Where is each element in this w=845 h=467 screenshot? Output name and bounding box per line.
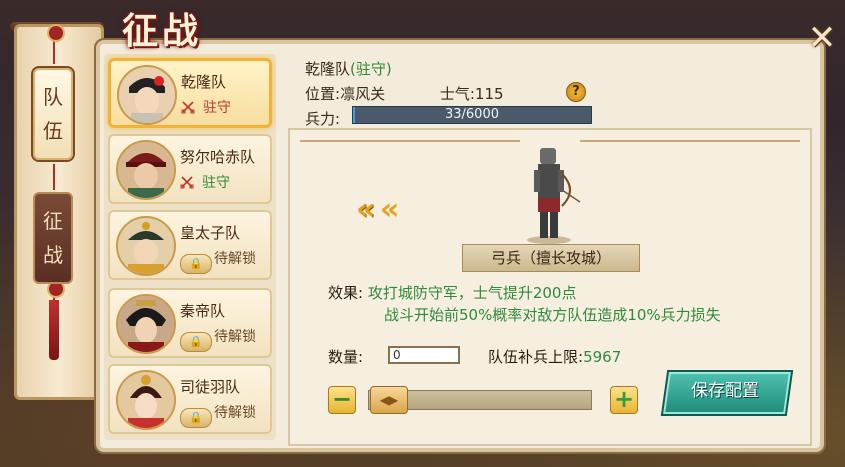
team-status-label: 驻守	[203, 100, 231, 116]
avatar	[116, 370, 176, 430]
lock-icon: 🔒	[180, 254, 212, 274]
close-icon[interactable]: ✕	[804, 20, 840, 56]
team-name: 皇太子队	[180, 224, 241, 242]
divider	[300, 140, 520, 142]
divider	[580, 140, 800, 142]
troops-bar: 33/6000	[352, 106, 592, 124]
location-label: 位置:	[305, 85, 341, 103]
limit-row: 队伍补兵上限:5967	[488, 346, 621, 367]
team-status: 🔒 待解锁	[180, 402, 256, 428]
team-item[interactable]: 皇太子队 🔒 待解锁	[108, 210, 272, 280]
team-title: 乾隆队	[305, 60, 351, 78]
plus-button[interactable]: +	[610, 386, 638, 414]
lock-icon: 🔒	[180, 332, 212, 352]
minus-button[interactable]: −	[328, 386, 356, 414]
team-title-row: 乾隆队(驻守)	[305, 58, 504, 79]
unit-type-label: 弓兵（擅长攻城）	[462, 244, 640, 272]
team-status-label: 待解锁	[214, 251, 256, 267]
limit-value: 5967	[583, 348, 622, 366]
crossed-swords-icon	[181, 101, 195, 114]
page-title: 征战	[122, 10, 203, 52]
team-item[interactable]: 努尔哈赤队 驻守	[108, 134, 272, 204]
team-name: 秦帝队	[180, 302, 226, 320]
save-button[interactable]: 保存配置	[664, 370, 786, 412]
limit-label: 队伍补兵上限:	[488, 348, 584, 366]
tab-campaign[interactable]: 征 战	[33, 192, 73, 284]
lock-icon: 🔒	[180, 408, 212, 428]
team-status: 🔒 待解锁	[180, 248, 256, 274]
help-icon[interactable]: ?	[566, 82, 586, 102]
scroll-knot	[47, 24, 65, 42]
team-status: 🔒 待解锁	[180, 326, 256, 352]
avatar	[116, 216, 176, 276]
scroll-cord	[53, 164, 55, 190]
team-status-label: 待解锁	[214, 405, 256, 421]
tab-team[interactable]: 队 伍	[33, 68, 73, 160]
tassel	[49, 300, 59, 360]
archer-figure	[527, 148, 581, 244]
team-item[interactable]: 秦帝队 🔒 待解锁	[108, 288, 272, 358]
team-state: (驻守)	[350, 60, 392, 78]
crossed-swords-icon	[180, 176, 194, 189]
effect-text-1: 攻打城防守军，士气提升200点	[367, 284, 577, 302]
team-name: 司徒羽队	[180, 378, 241, 396]
team-item[interactable]: 司徒羽队 🔒 待解锁	[108, 364, 272, 434]
next-arrow-decor: «	[380, 192, 400, 227]
prev-unit-icon[interactable]: «	[356, 192, 376, 227]
effect-line: 效果: 攻打城防守军，士气提升200点	[328, 282, 721, 304]
team-name: 努尔哈赤队	[180, 148, 256, 166]
tab-campaign-label: 征 战	[43, 209, 63, 267]
effect-text-2: 战斗开始前50%概率对敌方队伍造成10%兵力损失	[384, 306, 721, 324]
team-item[interactable]: 乾隆队 驻守	[108, 58, 272, 128]
team-status: 驻守	[180, 172, 230, 192]
tab-team-label: 队 伍	[43, 85, 63, 143]
location-value: 凛风关	[340, 85, 386, 103]
avatar	[116, 294, 176, 354]
team-status-label: 驻守	[202, 175, 230, 191]
team-status: 驻守	[181, 97, 231, 117]
team-status-label: 待解锁	[214, 329, 256, 345]
troops-text: 33/6000	[444, 107, 499, 122]
effect-label: 效果:	[328, 284, 364, 302]
avatar	[116, 140, 176, 200]
location-row: 位置:凛风关 士气:115	[305, 83, 504, 104]
morale-label: 士气:	[439, 85, 475, 103]
quantity-input[interactable]	[388, 346, 460, 364]
slider-handle[interactable]: ◀▶	[370, 386, 408, 414]
morale-value: 115	[474, 85, 504, 103]
quantity-label: 数量:	[328, 348, 364, 366]
team-name: 乾隆队	[181, 73, 227, 91]
avatar	[117, 65, 177, 125]
effect-block: 效果: 攻打城防守军，士气提升200点 战斗开始前50%概率对敌方队伍造成10%…	[328, 282, 721, 326]
